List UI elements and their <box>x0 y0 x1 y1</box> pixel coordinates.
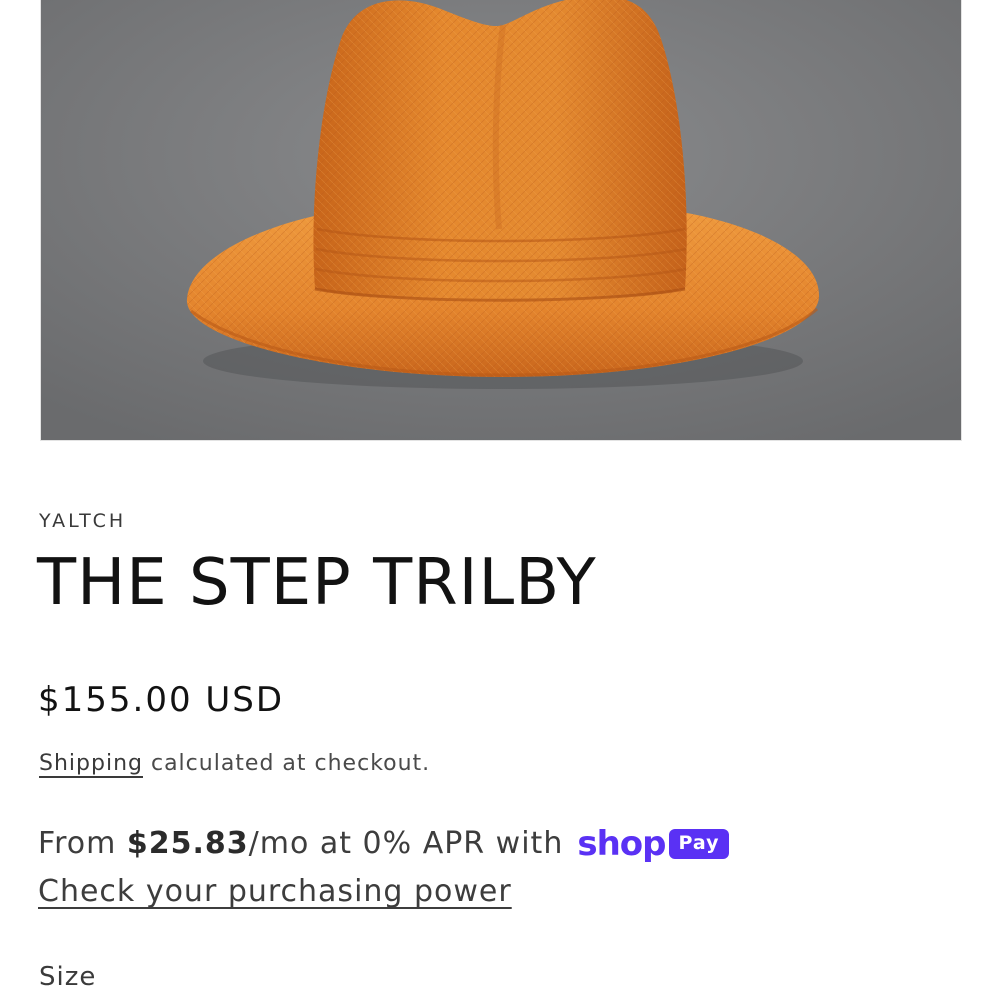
shipping-link[interactable]: Shipping <box>39 751 143 776</box>
product-title: THE STEP TRILBY <box>37 546 597 620</box>
installments-suffix: /mo at 0% APR with <box>248 826 564 861</box>
shipping-note-text: calculated at checkout. <box>142 751 431 776</box>
shipping-note: Shipping calculated at checkout. <box>39 751 430 776</box>
product-price: $155.00 USD <box>38 680 285 720</box>
installments-banner: From $25.83/mo at 0% APR with shop Pay <box>38 826 729 861</box>
check-purchasing-power-link[interactable]: Check your purchasing power <box>38 874 512 909</box>
hat-illustration <box>41 0 961 440</box>
shop-pay-wordmark: shop <box>577 823 666 864</box>
product-vendor: YALTCH <box>39 510 127 532</box>
size-label: Size <box>39 962 97 992</box>
product-page: YALTCH THE STEP TRILBY $155.00 USD Shipp… <box>0 0 1000 1000</box>
shop-pay-badge: Pay <box>669 828 729 859</box>
installments-prefix: From <box>38 826 127 861</box>
product-image[interactable] <box>40 0 962 441</box>
installments-amount: $25.83 <box>126 826 249 861</box>
shop-pay-logo: shop Pay <box>577 823 729 864</box>
